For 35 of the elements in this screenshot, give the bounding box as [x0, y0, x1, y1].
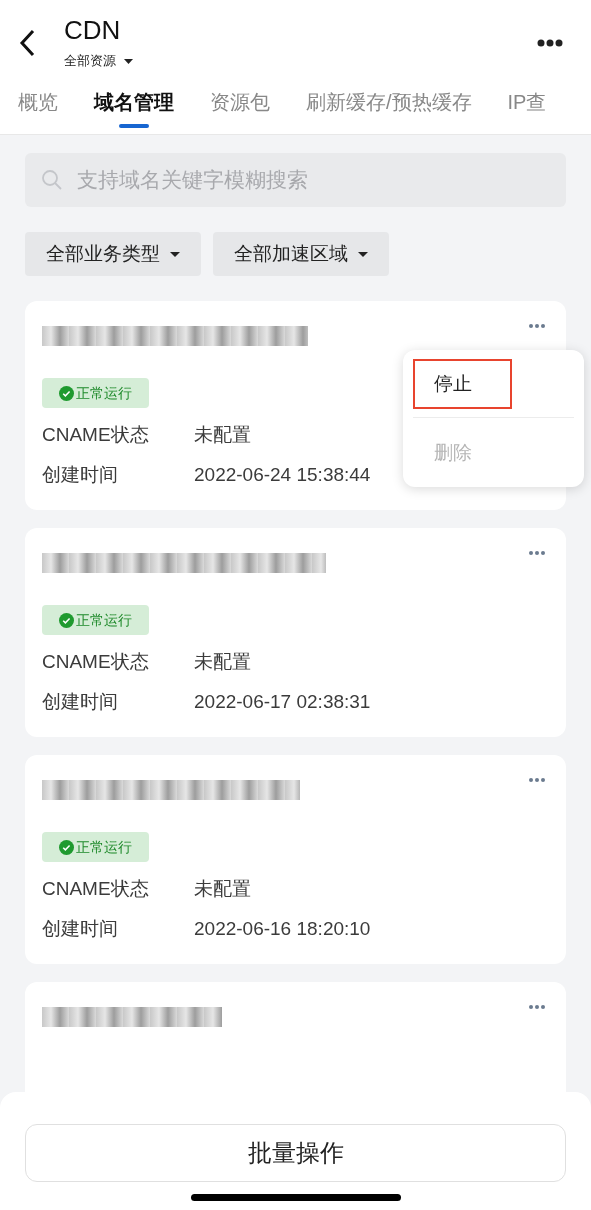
field-label: 创建时间 [42, 463, 119, 487]
field-label: 创建时间 [42, 690, 119, 714]
field-value: 未配置 [194, 650, 251, 674]
tab[interactable]: IP查 [507, 86, 547, 134]
check-circle-icon [59, 612, 74, 628]
field-label: CNAME状态 [42, 650, 150, 674]
search-field[interactable]: 支持域名关键字模糊搜索 [25, 153, 566, 207]
field-value: 2022-06-17 02:38:31 [194, 690, 371, 714]
check-circle-icon [59, 385, 74, 401]
menu-item[interactable]: 停止 [413, 359, 512, 409]
field-label: 创建时间 [42, 917, 119, 941]
more-icon[interactable] [537, 39, 563, 47]
search-icon [41, 169, 63, 191]
status-text: 正常运行 [76, 383, 132, 403]
field-value: 未配置 [194, 877, 251, 901]
tab[interactable]: 刷新缓存/预热缓存 [306, 86, 472, 134]
field-label: CNAME状态 [42, 423, 150, 447]
filter-dropdown[interactable]: 全部业务类型 [25, 232, 201, 276]
status-text: 正常运行 [76, 837, 132, 857]
scope-dropdown[interactable]: 全部资源 [64, 51, 133, 71]
field-value: 未配置 [194, 423, 251, 447]
batch-action-button[interactable]: 批量操作 [25, 1124, 566, 1182]
filter-dropdown[interactable]: 全部加速区域 [213, 232, 389, 276]
status-text: 正常运行 [76, 610, 132, 630]
tab[interactable]: 概览 [18, 86, 58, 134]
field-value: 2022-06-24 15:38:44 [194, 463, 371, 487]
page-title: CDN [64, 15, 122, 46]
caret-icon [170, 251, 180, 257]
field-value: 2022-06-16 18:20:10 [194, 917, 371, 941]
field-label: CNAME状态 [42, 877, 150, 901]
tab[interactable]: 域名管理 [94, 86, 174, 134]
check-circle-icon [59, 839, 74, 855]
caret-icon [124, 58, 133, 64]
caret-icon [358, 251, 368, 257]
tab[interactable]: 资源包 [210, 86, 270, 134]
